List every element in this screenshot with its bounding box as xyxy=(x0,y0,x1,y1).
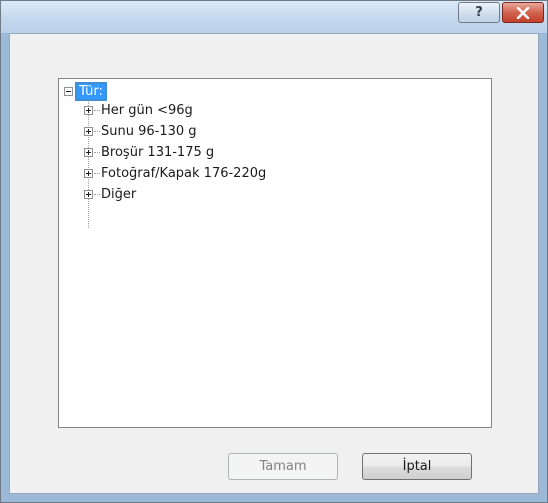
paper-type-tree[interactable]: Tür: Her gün <96g Sunu 96-130 g Broşür 1… xyxy=(58,78,492,428)
expand-plus-icon[interactable] xyxy=(84,168,93,178)
tree-item-label[interactable]: Diğer xyxy=(101,187,136,202)
expand-plus-icon[interactable] xyxy=(84,189,93,199)
help-button[interactable]: ? xyxy=(458,2,500,23)
cancel-button[interactable]: İptal xyxy=(362,453,472,480)
ok-button[interactable]: Tamam xyxy=(228,453,338,480)
collapse-minus-icon[interactable] xyxy=(64,86,73,96)
close-x-icon xyxy=(516,6,530,19)
tree-item[interactable]: Her gün <96g xyxy=(84,101,193,119)
dialog-client-area: Tür: Her gün <96g Sunu 96-130 g Broşür 1… xyxy=(9,33,539,494)
dialog-window: ? Tür: Her gün <96g Sunu 96-130 g Broşür… xyxy=(0,0,548,503)
expand-plus-icon[interactable] xyxy=(84,105,93,115)
tree-item-label[interactable]: Sunu 96-130 g xyxy=(101,124,197,139)
title-bar[interactable]: ? xyxy=(1,1,547,33)
tree-item[interactable]: Fotoğraf/Kapak 176-220g xyxy=(84,164,266,182)
question-mark-icon: ? xyxy=(475,5,483,20)
tree-root-item[interactable]: Tür: xyxy=(64,81,107,101)
tree-item[interactable]: Diğer xyxy=(84,185,136,203)
expand-plus-icon[interactable] xyxy=(84,126,93,136)
tree-item-label[interactable]: Her gün <96g xyxy=(101,103,193,118)
tree-item-label[interactable]: Broşür 131-175 g xyxy=(101,145,214,160)
tree-root-label[interactable]: Tür: xyxy=(75,81,107,101)
tree-item[interactable]: Broşür 131-175 g xyxy=(84,143,214,161)
expand-plus-icon[interactable] xyxy=(84,147,93,157)
tree-item-label[interactable]: Fotoğraf/Kapak 176-220g xyxy=(101,166,266,181)
close-button[interactable] xyxy=(502,2,544,23)
tree-item[interactable]: Sunu 96-130 g xyxy=(84,122,197,140)
